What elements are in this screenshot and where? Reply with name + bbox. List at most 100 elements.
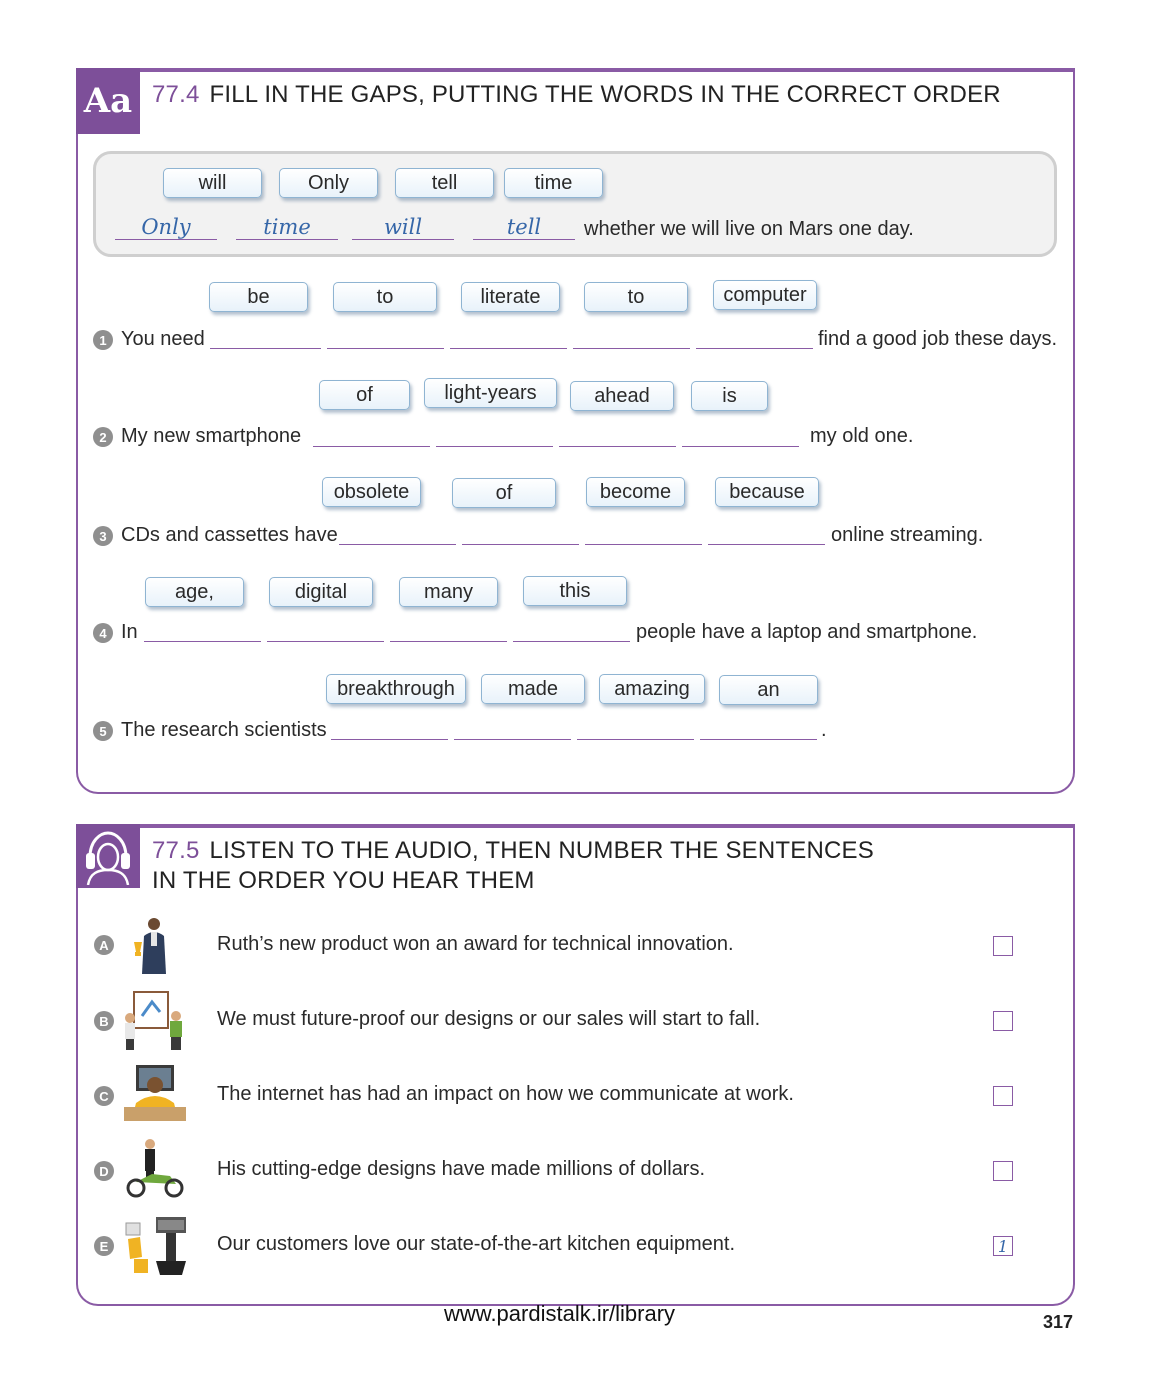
word-chip[interactable]: be	[209, 282, 308, 312]
sentence-end: online streaming.	[831, 524, 984, 546]
item-letter-badge: C	[94, 1086, 114, 1106]
sentence-text: His cutting-edge designs have made milli…	[217, 1158, 706, 1180]
sentence-start: The research scientists	[121, 719, 327, 741]
exercise-title: 77.5 LISTEN TO THE AUDIO, THEN NUMBER THE…	[152, 836, 874, 896]
item-letter-badge: A	[94, 935, 114, 955]
answer-blank[interactable]	[210, 348, 321, 349]
word-chip[interactable]: time	[504, 168, 603, 198]
item-number-badge: 1	[93, 330, 113, 350]
exercise-heading: FILL IN THE GAPS, PUTTING THE WORDS IN T…	[209, 81, 1001, 108]
answer-line	[236, 239, 338, 240]
item-letter-badge: E	[94, 1236, 114, 1256]
answer-blank[interactable]	[313, 446, 430, 447]
answer-blank[interactable]	[513, 641, 630, 642]
item-number-badge: 2	[93, 427, 113, 447]
word-chip[interactable]: breakthrough	[326, 674, 466, 704]
word-chip[interactable]: Only	[279, 168, 378, 198]
exercise-number: 77.5	[152, 837, 200, 864]
kitchen-equipment-icon	[125, 1217, 186, 1275]
item-letter-badge: D	[94, 1161, 114, 1181]
page-number: 317	[1043, 1312, 1074, 1332]
example-answer: Only	[141, 215, 191, 239]
item-number-badge: 4	[93, 623, 113, 643]
answer-blank[interactable]	[559, 446, 676, 447]
order-checkbox[interactable]	[993, 936, 1013, 956]
answer-blank[interactable]	[573, 348, 690, 349]
designers-presentation-icon	[125, 991, 182, 1050]
example-box	[93, 151, 1057, 257]
answer-blank[interactable]	[700, 739, 817, 740]
sentence-start: CDs and cassettes have	[121, 524, 338, 546]
exercise-number: 77.4	[152, 81, 200, 108]
answer-blank[interactable]	[390, 641, 507, 642]
answer-blank[interactable]	[682, 446, 799, 447]
answer-blank[interactable]	[708, 544, 825, 545]
word-chip[interactable]: ahead	[570, 381, 674, 411]
answer-blank[interactable]	[585, 544, 702, 545]
word-chip[interactable]: age,	[145, 577, 244, 607]
answer-blank[interactable]	[436, 446, 553, 447]
word-chip[interactable]: to	[333, 282, 437, 312]
order-checkbox[interactable]	[993, 1161, 1013, 1181]
word-chip[interactable]: literate	[461, 282, 560, 312]
businesswoman-award-icon	[134, 918, 166, 974]
word-chip[interactable]: is	[691, 381, 768, 411]
word-chip[interactable]: to	[584, 282, 688, 312]
word-chip[interactable]: light-years	[424, 378, 557, 408]
sentence-text: Ruth’s new product won an award for tech…	[217, 933, 734, 955]
sentence-start: My new smartphone	[121, 425, 302, 447]
sentence-start: You need	[121, 328, 205, 350]
answer-blank[interactable]	[696, 348, 813, 349]
vocabulary-tag: Aa	[76, 68, 140, 134]
answer-blank[interactable]	[144, 641, 261, 642]
sentence-end: find a good job these days.	[818, 328, 1058, 350]
word-chip[interactable]: of	[319, 380, 410, 410]
motorbike-designer-icon	[126, 1139, 184, 1198]
word-chip[interactable]: will	[163, 168, 262, 198]
answer-blank[interactable]	[577, 739, 694, 740]
order-checkbox[interactable]	[993, 1086, 1013, 1106]
sentence-text: Our customers love our state-of-the-art …	[217, 1233, 736, 1255]
answer-blank[interactable]	[450, 348, 567, 349]
answer-line	[115, 239, 217, 240]
sentence-text: We must future-proof our designs or our …	[217, 1008, 761, 1030]
exercise-heading-line2: IN THE ORDER YOU HEAR THEM	[152, 867, 535, 894]
answer-blank[interactable]	[454, 739, 571, 740]
word-chip[interactable]: made	[481, 674, 585, 704]
item-number-badge: 5	[93, 721, 113, 741]
example-answer: will	[383, 215, 423, 239]
answer-blank[interactable]	[267, 641, 384, 642]
word-chip[interactable]: this	[523, 576, 627, 606]
answer-blank[interactable]	[462, 544, 579, 545]
example-ending: whether we will live on Mars one day.	[584, 218, 914, 240]
item-number-badge: 3	[93, 526, 113, 546]
sentence-text: The internet has had an impact on how we…	[217, 1083, 794, 1105]
answer-blank[interactable]	[331, 739, 448, 740]
word-chip[interactable]: digital	[269, 577, 373, 607]
footer-url: www.pardistalk.ir/library	[444, 1301, 676, 1326]
answer-blank[interactable]	[327, 348, 444, 349]
sentence-end: people have a laptop and smartphone.	[636, 621, 978, 643]
word-chip[interactable]: tell	[395, 168, 494, 198]
example-answer: tell	[506, 215, 542, 239]
word-chip[interactable]: computer	[713, 280, 817, 310]
word-chip[interactable]: because	[715, 477, 819, 507]
word-chip[interactable]: become	[586, 477, 685, 507]
answer-line	[352, 239, 454, 240]
word-chip[interactable]: obsolete	[322, 477, 421, 507]
sentence-end: .	[821, 719, 827, 741]
example-answer: time	[263, 215, 311, 239]
exercise-heading-line1: LISTEN TO THE AUDIO, THEN NUMBER THE SEN…	[209, 837, 874, 864]
sentence-end: my old one.	[810, 425, 914, 447]
word-chip[interactable]: amazing	[599, 674, 705, 704]
office-worker-computer-icon	[124, 1065, 186, 1121]
word-chip[interactable]: many	[399, 577, 498, 607]
word-chip[interactable]: an	[719, 675, 818, 705]
item-letter-badge: B	[94, 1011, 114, 1031]
word-chip[interactable]: of	[452, 478, 556, 508]
order-checkbox[interactable]	[993, 1011, 1013, 1031]
answer-line	[473, 239, 575, 240]
exercise-title: 77.4 FILL IN THE GAPS, PUTTING THE WORDS …	[152, 80, 1001, 110]
answer-blank[interactable]	[339, 544, 456, 545]
order-checkbox[interactable]: 1	[993, 1236, 1013, 1256]
